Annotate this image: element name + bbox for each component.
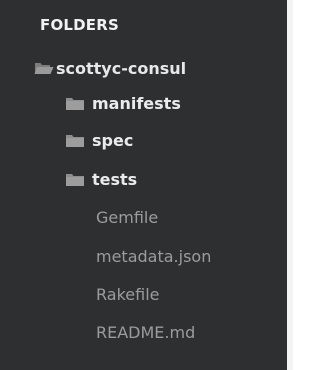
sidebar-panel: FOLDERS scottyc-consul manifests spec te…	[0, 0, 287, 370]
sidebar-item-tests[interactable]: tests	[65, 166, 137, 192]
folder-icon	[65, 171, 85, 187]
sidebar-item-manifests[interactable]: manifests	[65, 90, 181, 116]
file-label-metadata-json: metadata.json	[96, 246, 212, 266]
file-label-gemfile: Gemfile	[96, 207, 159, 227]
sidebar-item-spec[interactable]: spec	[65, 127, 133, 153]
sidebar-item-metadata-json[interactable]: metadata.json	[96, 243, 211, 269]
folder-open-icon	[34, 60, 54, 76]
folder-icon	[65, 95, 85, 111]
sidebar-item-readme-md[interactable]: README.md	[96, 319, 195, 345]
folders-header: FOLDERS	[40, 16, 120, 34]
folder-label-manifests: manifests	[92, 93, 181, 113]
window-edge	[287, 0, 293, 370]
root-folder-label: scottyc-consul	[56, 58, 187, 78]
folder-label-tests: tests	[92, 169, 138, 189]
sidebar-item-rakefile[interactable]: Rakefile	[96, 281, 159, 307]
file-label-rakefile: Rakefile	[96, 284, 160, 304]
folder-label-spec: spec	[92, 130, 134, 150]
sidebar-item-gemfile[interactable]: Gemfile	[96, 204, 158, 230]
root-folder-item[interactable]: scottyc-consul	[34, 55, 186, 81]
file-label-readme-md: README.md	[96, 322, 196, 342]
folder-icon	[65, 132, 85, 148]
